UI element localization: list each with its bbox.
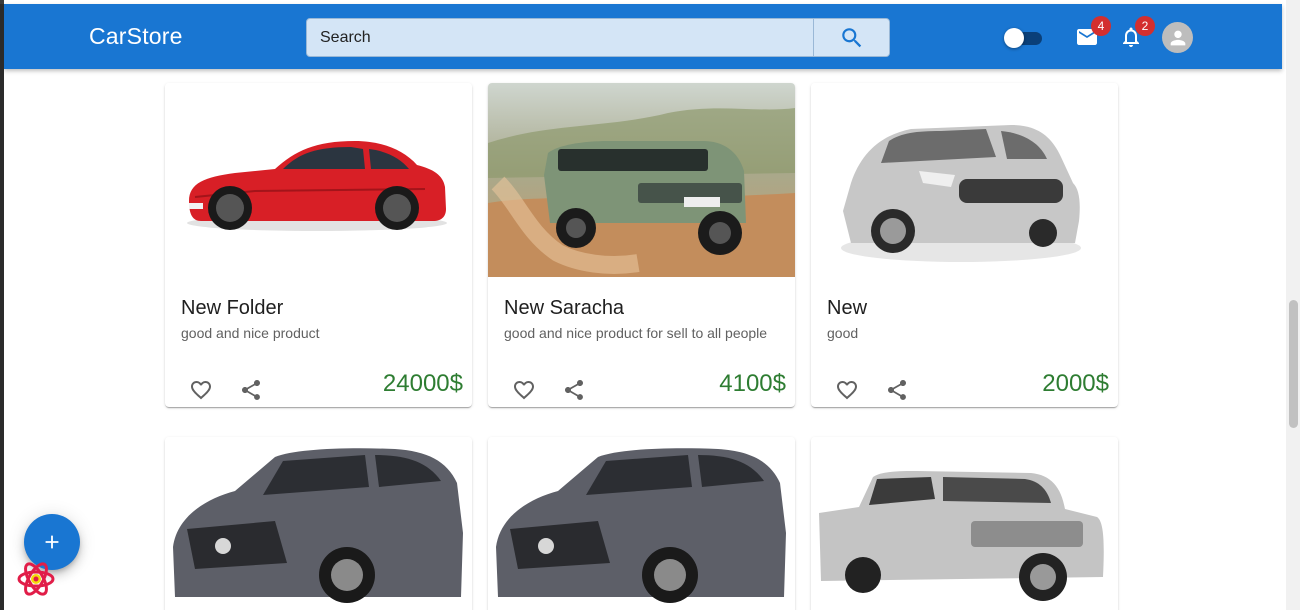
silver-hatchback-photo[interactable] [811,83,1118,277]
add-icon [45,535,59,549]
share-icon [565,380,583,400]
car-image [819,471,1104,601]
like-button[interactable] [827,370,867,407]
share-icon [888,380,906,400]
share-button[interactable] [554,370,594,407]
product-card[interactable]: New Saracha good and nice product for se… [488,83,795,407]
search-input[interactable] [307,19,813,56]
product-card[interactable]: New Folder good and nice product 24000$ [165,83,472,407]
product-price: 24000$ [382,370,463,397]
favorite-border-icon [837,381,857,400]
theme-toggle[interactable] [1004,28,1044,48]
react-devtools-icon[interactable] [16,560,56,598]
car-image [496,448,786,603]
toggle-thumb [1004,28,1024,48]
notifications-button[interactable]: 2 [1113,16,1155,55]
favorite-border-icon [191,381,211,400]
share-button[interactable] [231,370,271,407]
avatar[interactable] [1162,22,1193,53]
product-title[interactable]: New [827,297,867,320]
share-button[interactable] [877,370,917,407]
green-suv-desert-photo[interactable] [488,83,795,277]
mail-button[interactable]: 4 [1069,16,1111,55]
app-bar: CarStore 4 2 [4,4,1282,69]
share-icon [242,380,260,400]
search-button[interactable] [813,19,889,56]
product-price: 2000$ [1042,370,1109,397]
car-image [488,83,795,277]
product-price: 4100$ [719,370,786,397]
car-image [173,448,463,603]
product-title[interactable]: New Saracha [504,297,624,320]
favorite-border-icon [514,381,534,400]
red-coupe-car-photo[interactable] [165,83,472,277]
gray-suv-photo[interactable] [488,437,795,610]
product-title[interactable]: New Folder [181,297,283,320]
app-title[interactable]: CarStore [89,23,183,50]
car-image [841,125,1081,262]
car-image [187,141,447,231]
search-icon [842,27,862,47]
like-button[interactable] [181,370,221,407]
page-viewport: CarStore 4 2 [4,0,1300,610]
gray-suv-photo[interactable] [165,437,472,610]
product-card[interactable] [488,437,795,610]
search-box [306,18,890,57]
scrollbar-thumb[interactable] [1289,300,1298,428]
product-card[interactable]: New good 2000$ [811,83,1118,407]
like-button[interactable] [504,370,544,407]
product-card[interactable] [811,437,1118,610]
product-description: good and nice product for sell to all pe… [504,325,768,341]
product-description: good and nice product [181,325,320,341]
notifications-badge: 2 [1135,16,1155,36]
mail-badge: 4 [1091,16,1111,36]
silver-pickup-truck-photo[interactable] [811,437,1118,610]
account-icon [1170,30,1185,45]
product-description: good [827,325,859,341]
product-card[interactable] [165,437,472,610]
